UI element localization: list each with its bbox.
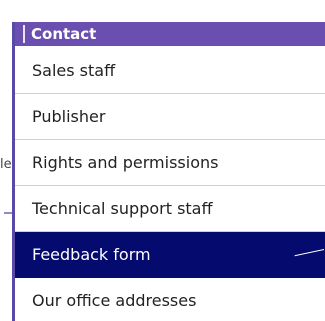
menu-item-label: Technical support staff xyxy=(32,199,213,218)
menu-item-rights-and-permissions[interactable]: Rights and permissions xyxy=(15,140,325,186)
menu-item-publisher[interactable]: Publisher xyxy=(15,94,325,140)
menu-item-label: Rights and permissions xyxy=(32,153,219,172)
menu-item-label: Feedback form xyxy=(32,245,151,264)
menu-header-label: Contact xyxy=(31,25,97,43)
menu-item-our-office-addresses[interactable]: Our office addresses xyxy=(15,278,325,321)
menu-item-label: Sales staff xyxy=(32,61,116,80)
screenshot-stage: le Contact Sales staff Publisher Rights … xyxy=(0,0,325,321)
menu-item-feedback-form[interactable]: Feedback form xyxy=(15,232,325,278)
menu-header: Contact xyxy=(15,22,325,46)
contact-dropdown-menu: Contact Sales staff Publisher Rights and… xyxy=(12,22,325,321)
menu-item-label: Publisher xyxy=(32,107,106,126)
menu-item-label: Our office addresses xyxy=(32,291,197,310)
pointer-line-icon xyxy=(294,249,325,257)
menu-item-sales-staff[interactable]: Sales staff xyxy=(15,48,325,94)
background-page-left xyxy=(0,32,12,321)
menu-item-technical-support-staff[interactable]: Technical support staff xyxy=(15,186,325,232)
menu-header-divider xyxy=(23,25,25,43)
